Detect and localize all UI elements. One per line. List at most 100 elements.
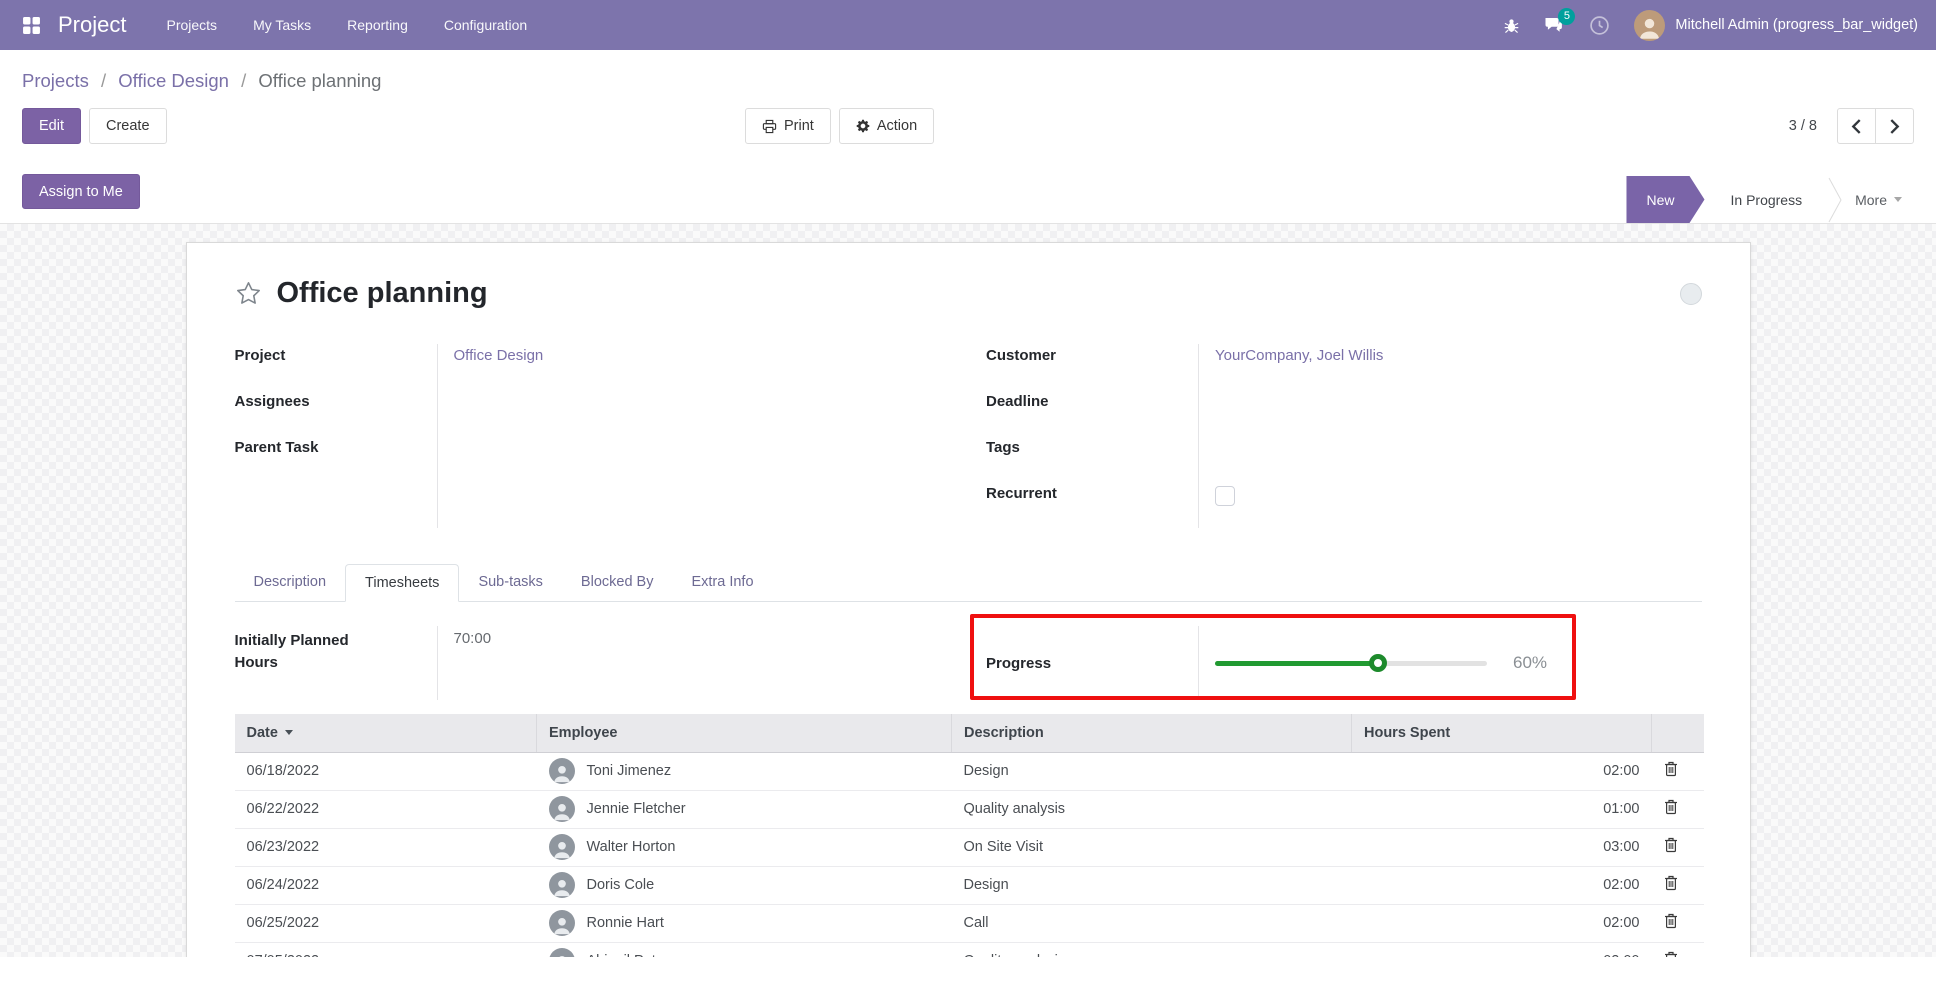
employee-avatar bbox=[549, 758, 575, 784]
cell-description: On Site Visit bbox=[952, 828, 1352, 866]
chevron-down-icon bbox=[1894, 197, 1902, 202]
field-value-project[interactable]: Office Design bbox=[454, 347, 544, 364]
pager-counter: 3 / 8 bbox=[1789, 118, 1817, 134]
print-button[interactable]: Print bbox=[745, 108, 831, 144]
progress-slider[interactable] bbox=[1215, 654, 1487, 672]
app-title[interactable]: Project bbox=[58, 12, 126, 38]
apps-grid-icon bbox=[22, 16, 41, 35]
tab-blocked-by[interactable]: Blocked By bbox=[562, 564, 673, 602]
column-header-date[interactable]: Date bbox=[235, 714, 537, 752]
column-header-description[interactable]: Description bbox=[952, 714, 1352, 752]
table-row[interactable]: 06/22/2022 Jennie Fletcher Quality analy… bbox=[235, 790, 1704, 828]
pager-previous-button[interactable] bbox=[1837, 108, 1876, 144]
cell-delete bbox=[1652, 752, 1704, 790]
control-panel: Edit Create Print Action 3 / 8 bbox=[0, 96, 1936, 160]
field-values-left: Office Design bbox=[437, 344, 951, 528]
tab-timesheets[interactable]: Timesheets bbox=[345, 564, 459, 602]
planned-hours-group: Initially Planned Hours 70:00 bbox=[235, 626, 951, 700]
stage-more-dropdown[interactable]: More bbox=[1843, 176, 1914, 223]
table-row[interactable]: 06/25/2022 Ronnie Hart Call 02:00 bbox=[235, 904, 1704, 942]
cell-employee: Toni Jimenez bbox=[537, 752, 952, 790]
stage-new[interactable]: New bbox=[1626, 176, 1704, 223]
edit-button[interactable]: Edit bbox=[22, 108, 81, 144]
activities-clock-button[interactable] bbox=[1589, 15, 1610, 36]
table-row[interactable]: 06/18/2022 Toni Jimenez Design 02:00 bbox=[235, 752, 1704, 790]
breadcrumb-projects[interactable]: Projects bbox=[22, 70, 89, 91]
cell-delete bbox=[1652, 790, 1704, 828]
cell-employee: Jennie Fletcher bbox=[537, 790, 952, 828]
planned-hours-label: Initially Planned Hours bbox=[235, 630, 385, 674]
field-label-project: Project bbox=[235, 347, 286, 364]
employee-avatar bbox=[549, 948, 575, 957]
field-labels-left: Project Assignees Parent Task bbox=[235, 344, 437, 528]
tab-extra-info[interactable]: Extra Info bbox=[672, 564, 772, 602]
recurrent-checkbox[interactable] bbox=[1215, 486, 1235, 506]
delete-row-button[interactable] bbox=[1664, 913, 1678, 929]
delete-row-button[interactable] bbox=[1664, 837, 1678, 853]
progress-group: Progress 60% bbox=[986, 626, 1702, 700]
top-navbar: Project Projects My Tasks Reporting Conf… bbox=[0, 0, 1936, 50]
person-silhouette-icon bbox=[1636, 14, 1663, 41]
apps-menu-icon[interactable] bbox=[18, 12, 44, 38]
trash-icon bbox=[1664, 951, 1678, 957]
form-view-background: Office planning Project Assignees Parent… bbox=[0, 224, 1936, 957]
action-button[interactable]: Action bbox=[839, 108, 934, 144]
delete-row-button[interactable] bbox=[1664, 951, 1678, 957]
create-button[interactable]: Create bbox=[89, 108, 167, 144]
assign-to-me-button[interactable]: Assign to Me bbox=[22, 174, 140, 209]
cell-hours-spent: 02:00 bbox=[1352, 942, 1652, 957]
tab-sub-tasks[interactable]: Sub-tasks bbox=[459, 564, 561, 602]
delete-row-button[interactable] bbox=[1664, 799, 1678, 815]
favorite-star-icon[interactable] bbox=[235, 280, 262, 307]
pager-next-button[interactable] bbox=[1875, 108, 1914, 144]
person-silhouette-icon bbox=[551, 914, 573, 936]
cell-description: Design bbox=[952, 752, 1352, 790]
menu-my-tasks[interactable]: My Tasks bbox=[253, 17, 311, 33]
field-value-parent-task bbox=[454, 436, 951, 482]
breadcrumb-separator: / bbox=[241, 70, 246, 91]
employee-name: Abigail Peterson bbox=[587, 953, 693, 957]
cell-date: 06/23/2022 bbox=[235, 828, 537, 866]
progress-label: Progress bbox=[986, 655, 1198, 672]
kanban-state-icon[interactable] bbox=[1680, 283, 1702, 305]
menu-projects[interactable]: Projects bbox=[166, 17, 217, 33]
cell-description: Design bbox=[952, 866, 1352, 904]
table-row[interactable]: 06/24/2022 Doris Cole Design 02:00 bbox=[235, 866, 1704, 904]
planned-hours-value: 70:00 bbox=[454, 630, 492, 647]
table-row[interactable]: 07/05/2022 Abigail Peterson Quality anal… bbox=[235, 942, 1704, 957]
printer-icon bbox=[762, 119, 777, 134]
user-menu[interactable]: Mitchell Admin (progress_bar_widget) bbox=[1634, 10, 1918, 41]
delete-row-button[interactable] bbox=[1664, 875, 1678, 891]
field-value-customer[interactable]: YourCompany, Joel Willis bbox=[1215, 347, 1383, 364]
stage-more-label: More bbox=[1855, 192, 1887, 208]
breadcrumb-current: Office planning bbox=[258, 70, 381, 91]
action-buttons: Print Action bbox=[745, 108, 934, 144]
progress-handle[interactable] bbox=[1369, 654, 1387, 672]
employee-name: Ronnie Hart bbox=[587, 915, 664, 931]
stage-in-progress[interactable]: In Progress bbox=[1705, 176, 1829, 223]
table-body: 06/18/2022 Toni Jimenez Design 02:00 bbox=[235, 752, 1704, 957]
stage-widget: New In Progress More bbox=[1626, 176, 1914, 223]
tab-description[interactable]: Description bbox=[235, 564, 346, 602]
debug-bug-icon[interactable] bbox=[1503, 17, 1520, 34]
menu-reporting[interactable]: Reporting bbox=[347, 17, 408, 33]
breadcrumb-office-design[interactable]: Office Design bbox=[118, 70, 229, 91]
employee-avatar bbox=[549, 796, 575, 822]
menu-configuration[interactable]: Configuration bbox=[444, 17, 527, 33]
field-label-deadline: Deadline bbox=[986, 393, 1049, 410]
column-header-employee[interactable]: Employee bbox=[537, 714, 952, 752]
table-row[interactable]: 06/23/2022 Walter Horton On Site Visit 0… bbox=[235, 828, 1704, 866]
cell-description: Quality analysis bbox=[952, 790, 1352, 828]
messages-button[interactable]: 5 bbox=[1544, 16, 1565, 35]
cell-delete bbox=[1652, 828, 1704, 866]
cell-employee: Abigail Peterson bbox=[537, 942, 952, 957]
employee-name: Doris Cole bbox=[587, 877, 655, 893]
employee-name: Jennie Fletcher bbox=[587, 801, 686, 817]
timesheet-table: Date Employee Description Hours Spent 06… bbox=[235, 714, 1704, 957]
delete-row-button[interactable] bbox=[1664, 761, 1678, 777]
field-value-assignees bbox=[454, 390, 951, 436]
clock-icon bbox=[1589, 15, 1610, 36]
field-labels-right: Customer Deadline Tags Recurrent bbox=[986, 344, 1198, 528]
column-header-hours-spent[interactable]: Hours Spent bbox=[1352, 714, 1652, 752]
employee-name: Toni Jimenez bbox=[587, 763, 672, 779]
